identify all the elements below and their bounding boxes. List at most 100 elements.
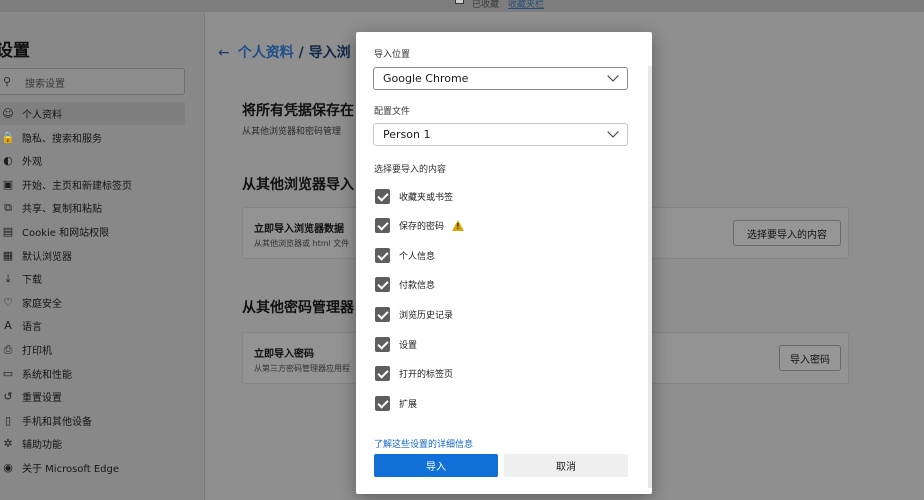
checkbox-checked[interactable]: [375, 218, 390, 234]
import-option-row[interactable]: 收藏夹或书签: [375, 188, 453, 204]
system-icon: ▭: [2, 366, 14, 380]
import-option-row[interactable]: 浏览历史记录: [375, 306, 453, 322]
printer-icon: ⎙: [3, 342, 13, 356]
favorites-bar-strip: 已收藏 收藏夹栏: [0, 0, 924, 12]
back-arrow-icon[interactable]: ←: [218, 45, 230, 61]
accessibility-icon: ✲: [3, 437, 13, 451]
favorites-bar-checkbox[interactable]: [455, 0, 464, 4]
download-icon: ⤓: [5, 271, 11, 285]
cookie-icon: ▤: [2, 225, 14, 238]
import-browser-data-desc: 从其他浏览器或 html 文件: [254, 239, 350, 248]
settings-sidebar: 设置 ⚲ 搜索设置 ☺ 个人资料 🔒 隐私、搜索和服务 ◐ 外观 ▣ 开始、主页和新建标签页 ⧉…: [0, 12, 205, 500]
checkbox-checked[interactable]: [375, 395, 390, 411]
breadcrumb-profile-link[interactable]: 个人资料: [238, 45, 294, 61]
choose-import-content-button[interactable]: 选择要导入的内容: [733, 220, 841, 246]
import-button[interactable]: 导入: [374, 454, 498, 477]
search-icon: ⚲: [3, 75, 12, 88]
sidebar-item[interactable]: ▦ 默认浏览器: [0, 244, 185, 267]
sidebar-item-label: 手机和其他设备: [22, 416, 92, 428]
checkbox-checked[interactable]: [375, 366, 390, 382]
checkbox-checked[interactable]: [375, 188, 390, 204]
import-option-row[interactable]: 付款信息: [375, 277, 435, 293]
sidebar-item-label: 隐私、搜索和服务: [22, 133, 102, 145]
cancel-button[interactable]: 取消: [504, 454, 628, 477]
section-import-browser-title: 从其他浏览器导入: [242, 177, 354, 193]
sidebar-item-label: 关于 Microsoft Edge: [22, 464, 120, 475]
import-passwords-button[interactable]: 导入密码: [779, 345, 841, 371]
sidebar-item[interactable]: A 语言: [0, 314, 185, 337]
sidebar-item[interactable]: ♡ 家庭安全: [0, 291, 185, 314]
chevron-down-icon: [607, 126, 619, 138]
import-option-label: 浏览历史记录: [399, 310, 454, 321]
import-passwords-title: 立即导入密码: [254, 349, 314, 360]
language-icon: A: [4, 319, 12, 333]
breadcrumb-current: 导入浏: [308, 45, 351, 61]
import-option-label: 收藏夹或书签: [399, 192, 454, 203]
sidebar-item-label: 重置设置: [22, 393, 62, 405]
sidebar-item-label: 语言: [22, 322, 42, 334]
warning-icon: [452, 220, 465, 232]
sidebar-item[interactable]: ◐ 外观: [0, 149, 185, 172]
sidebar-item[interactable]: 🔒 隐私、搜索和服务: [0, 126, 185, 149]
sidebar-item-label: 开始、主页和新建标签页: [22, 180, 132, 192]
profile-label: 配置文件: [374, 107, 411, 117]
person-icon: ☺: [2, 107, 14, 120]
checkbox-checked[interactable]: [375, 247, 390, 263]
import-source-dropdown[interactable]: Google Chrome: [373, 67, 628, 90]
appearance-icon: ◐: [3, 154, 13, 168]
profile-value: Person 1: [383, 128, 431, 141]
share-icon: ⧉: [4, 200, 12, 214]
profile-dropdown[interactable]: Person 1: [373, 123, 628, 146]
import-source-label: 导入位置: [374, 50, 411, 60]
import-option-row[interactable]: 保存的密码: [375, 218, 465, 234]
sidebar-item-label: 辅助功能: [22, 440, 62, 452]
sidebar-item-label: 外观: [22, 157, 42, 169]
import-option-row[interactable]: 扩展: [375, 395, 417, 411]
sidebar-item[interactable]: ◉ 关于 Microsoft Edge: [0, 456, 185, 479]
sidebar-item[interactable]: ▭ 系统和性能: [0, 362, 185, 385]
sidebar-item[interactable]: ▯ 手机和其他设备: [0, 409, 185, 432]
reset-icon: ↺: [3, 390, 13, 404]
import-option-label: 打开的标签页: [399, 370, 454, 381]
dialog-scrollbar[interactable]: [648, 66, 652, 488]
settings-title: 设置: [0, 41, 30, 61]
sidebar-item-label: 个人资料: [22, 110, 62, 121]
start-page-icon: ▣: [2, 177, 14, 191]
import-source-value: Google Chrome: [383, 72, 469, 85]
settings-details-link[interactable]: 了解这些设置的详细信息: [374, 437, 473, 450]
sidebar-item-label: 下载: [22, 275, 42, 287]
sidebar-item[interactable]: ▣ 开始、主页和新建标签页: [0, 173, 185, 196]
sidebar-item-label: 共享、复制和粘贴: [22, 204, 102, 216]
search-placeholder: 搜索设置: [25, 79, 65, 90]
checkbox-checked[interactable]: [375, 336, 390, 352]
import-option-row[interactable]: 个人信息: [375, 247, 435, 263]
sidebar-item[interactable]: ✲ 辅助功能: [0, 432, 185, 455]
sidebar-item[interactable]: ☺ 个人资料: [0, 102, 185, 125]
phone-icon: ▯: [4, 413, 12, 427]
search-settings-input[interactable]: ⚲ 搜索设置: [0, 68, 185, 95]
import-option-label: 个人信息: [399, 251, 436, 262]
sidebar-item[interactable]: ⎙ 打印机: [0, 338, 185, 361]
favorites-bar-text: 已收藏: [472, 0, 500, 10]
import-option-row[interactable]: 设置: [375, 336, 417, 352]
chevron-down-icon: [607, 70, 619, 82]
sidebar-item[interactable]: ⧉ 共享、复制和粘贴: [0, 196, 185, 219]
import-option-label: 付款信息: [399, 281, 436, 292]
import-browser-data-title: 立即导入浏览器数据: [254, 224, 344, 235]
sidebar-item[interactable]: ↺ 重置设置: [0, 385, 185, 408]
import-option-row[interactable]: 打开的标签页: [375, 366, 453, 382]
family-icon: ♡: [3, 295, 13, 309]
sidebar-item-label: Cookie 和网站权限: [22, 228, 110, 239]
checkbox-checked[interactable]: [375, 277, 390, 293]
import-option-label: 扩展: [399, 399, 418, 410]
sidebar-item-label: 系统和性能: [22, 369, 72, 381]
sidebar-item[interactable]: ⤓ 下载: [0, 267, 185, 290]
checkbox-checked[interactable]: [375, 306, 390, 322]
sidebar-item-label: 打印机: [22, 346, 52, 357]
favorites-bar-link[interactable]: 收藏夹栏: [508, 0, 544, 10]
sidebar-item[interactable]: ▤ Cookie 和网站权限: [0, 220, 185, 243]
sidebar-item-label: 默认浏览器: [22, 251, 72, 263]
edge-logo-icon: ◉: [3, 461, 13, 474]
choose-content-label: 选择要导入的内容: [374, 165, 447, 175]
import-passwords-desc: 从第三方密码管理器应用程: [254, 364, 350, 373]
